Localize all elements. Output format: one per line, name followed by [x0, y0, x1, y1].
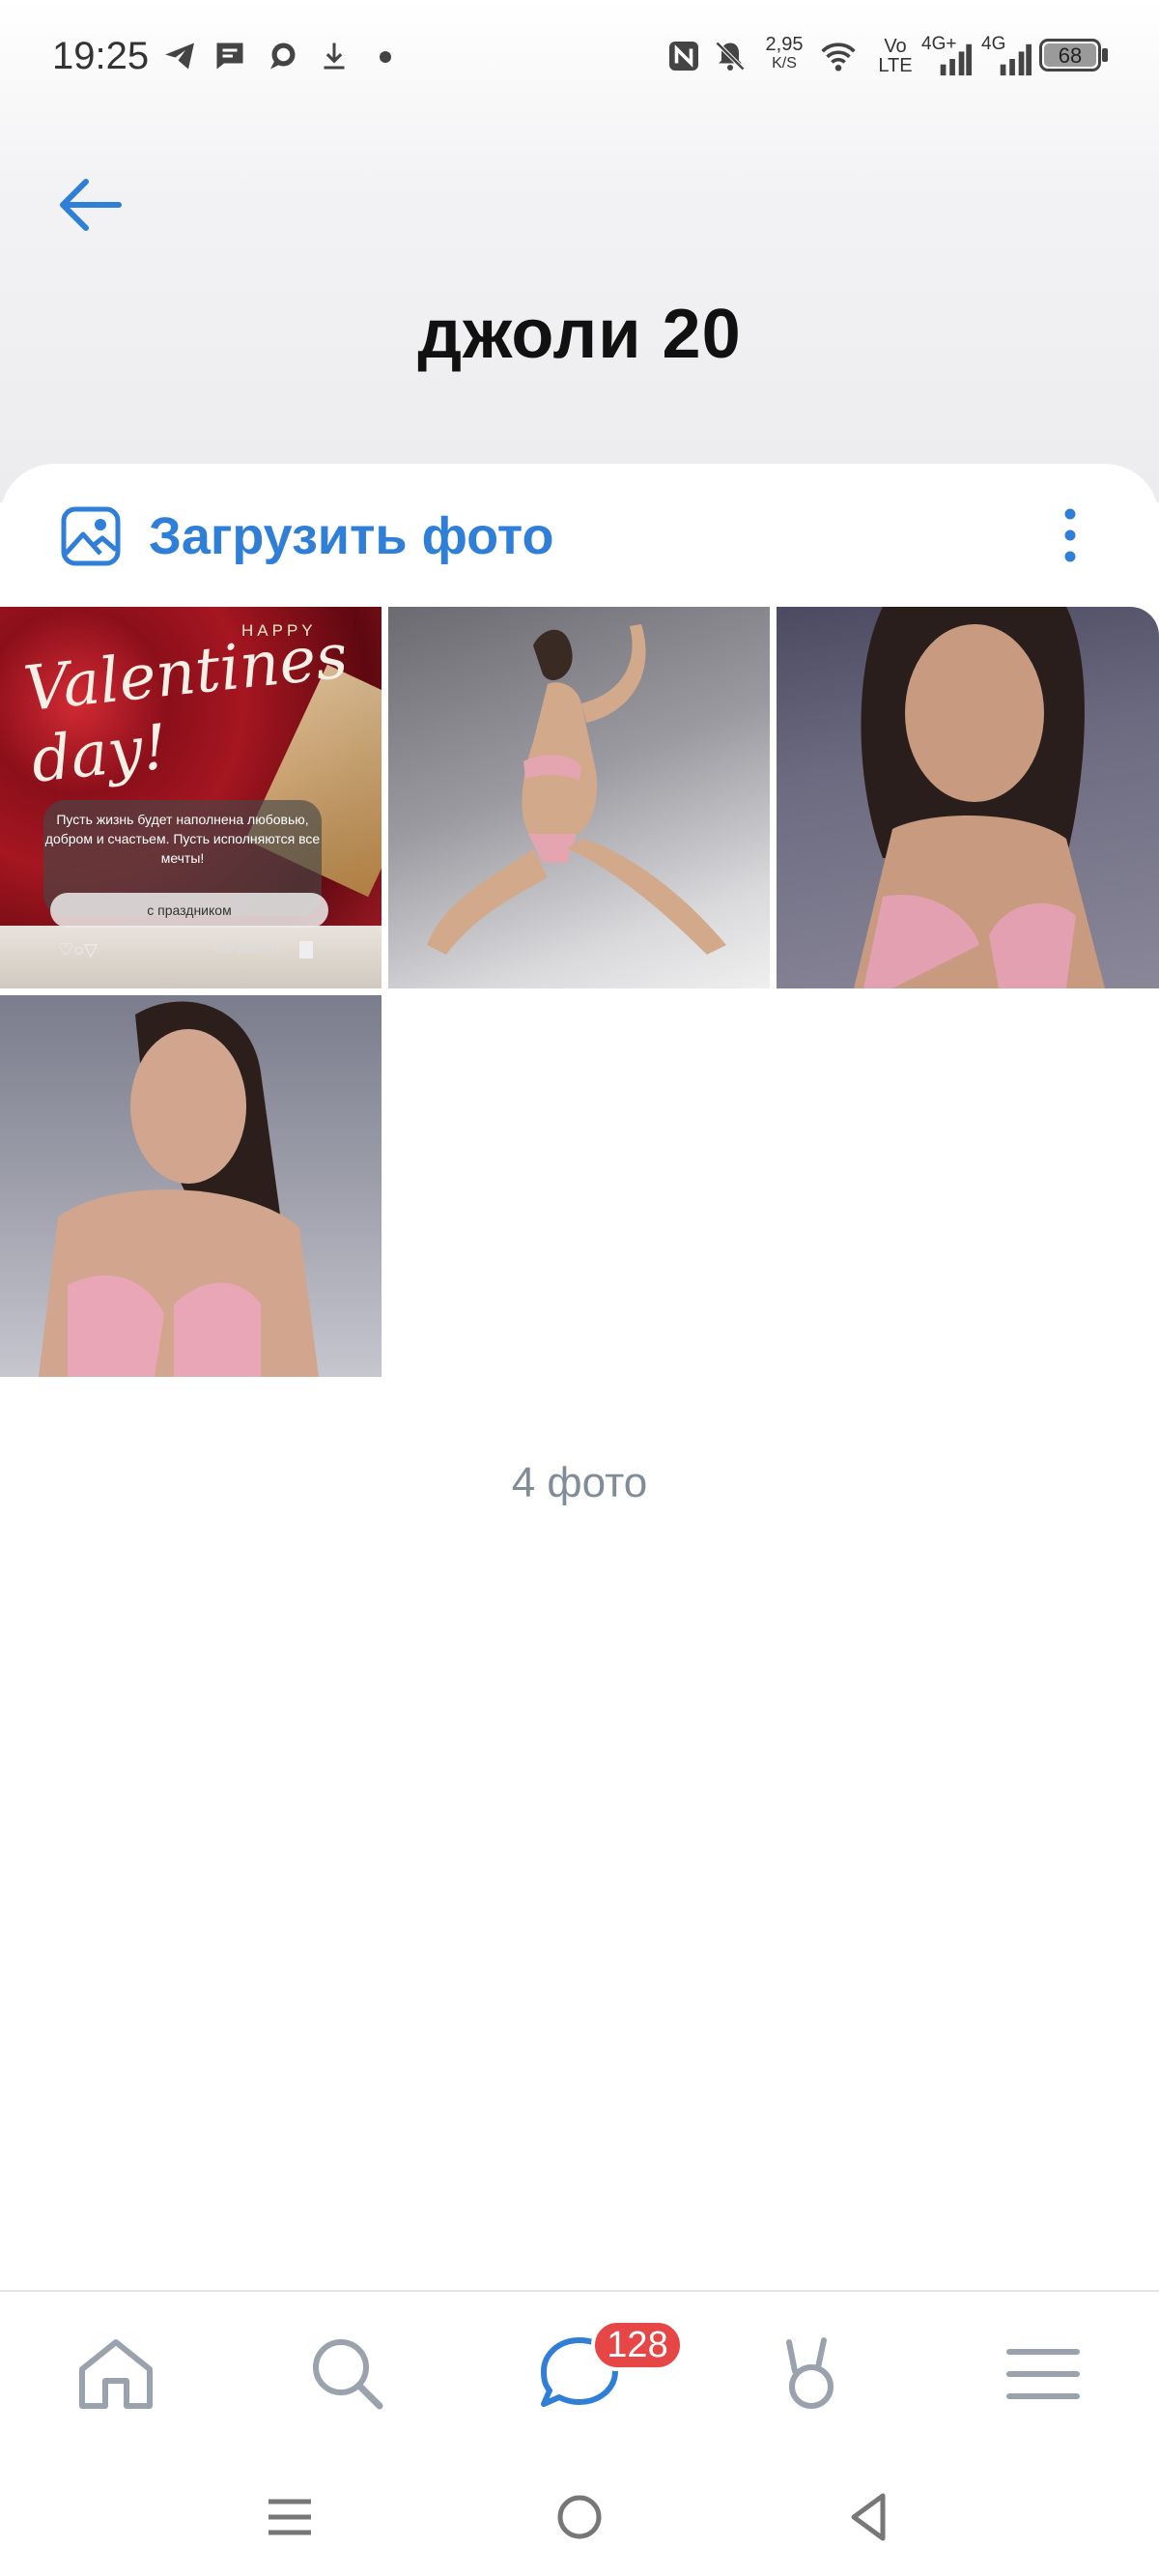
wifi-icon [819, 39, 858, 73]
recent-apps-icon [269, 2499, 311, 2535]
status-bar: 19:25 2,95 K/S Vo LTE 4G+ 4G 68 [0, 0, 1159, 116]
album-title: джоли 20 [417, 296, 742, 373]
nfc-icon [666, 39, 701, 73]
chat-icon [265, 39, 299, 73]
signal-icon: 4G+ [921, 35, 972, 77]
bookmark-icon [299, 941, 313, 959]
photo-thumbnail-2[interactable] [388, 607, 770, 988]
recent-apps-button[interactable] [261, 2488, 319, 2546]
more-button[interactable] [1053, 504, 1088, 566]
nav-menu[interactable] [1000, 2331, 1087, 2418]
bell-muted-icon [713, 39, 748, 73]
upload-photo-button[interactable]: Загрузить фото [60, 502, 554, 570]
circle-home-icon [557, 2495, 602, 2539]
nav-home[interactable] [72, 2331, 159, 2418]
back-button[interactable] [53, 174, 126, 236]
nav-clips[interactable] [768, 2331, 855, 2418]
search-icon [313, 2339, 383, 2410]
more-vertical-icon [1064, 508, 1076, 562]
telegram-icon [162, 39, 197, 73]
photo-thumbnail-1[interactable]: HAPPY Valentines day! Пусть жизнь будет … [0, 607, 382, 988]
image-icon [61, 506, 121, 566]
valentine-button: с праздником [50, 893, 328, 928]
bottom-nav [0, 2292, 1159, 2456]
net-speed-unit: K/S [772, 55, 797, 72]
volte-indicator: Vo LTE [875, 37, 916, 75]
photo-thumbnail-4[interactable] [0, 995, 382, 1377]
home-system-button[interactable] [551, 2488, 608, 2546]
battery-level: 68 [1058, 43, 1083, 68]
home-icon [79, 2339, 153, 2409]
arrow-left-icon [60, 179, 122, 231]
net-speed-value: 2,95 [765, 34, 804, 55]
triangle-back-icon [851, 2493, 886, 2541]
download-icon [317, 39, 352, 73]
volte-top: Vo [884, 36, 907, 57]
photo-count: 4 фото [511, 1459, 648, 1506]
photo-thumbnail-3[interactable] [777, 607, 1159, 988]
back-system-button[interactable] [840, 2488, 898, 2546]
photo-4-figure [39, 1001, 319, 1377]
system-nav-bar [0, 2459, 1159, 2576]
message-icon [212, 39, 247, 73]
dot-icon [379, 50, 392, 64]
menu-icon [1006, 2349, 1080, 2399]
net-speed: 2,95 K/S [759, 35, 809, 73]
valentine-save-text: сохранить [214, 940, 284, 957]
signal-icon-2: 4G [981, 35, 1032, 77]
photo-2-figure [427, 624, 726, 955]
volte-bottom: LTE [878, 55, 913, 76]
status-time: 19:25 [52, 35, 150, 77]
battery-icon: 68 [1039, 39, 1109, 73]
messages-badge: 128 [591, 2319, 684, 2371]
nav-search[interactable] [304, 2331, 391, 2418]
clips-icon [786, 2337, 834, 2409]
upload-photo-label: Загрузить фото [149, 507, 554, 565]
valentine-icons: ♡○▽ [58, 940, 98, 959]
photo-3-figure [854, 607, 1105, 988]
